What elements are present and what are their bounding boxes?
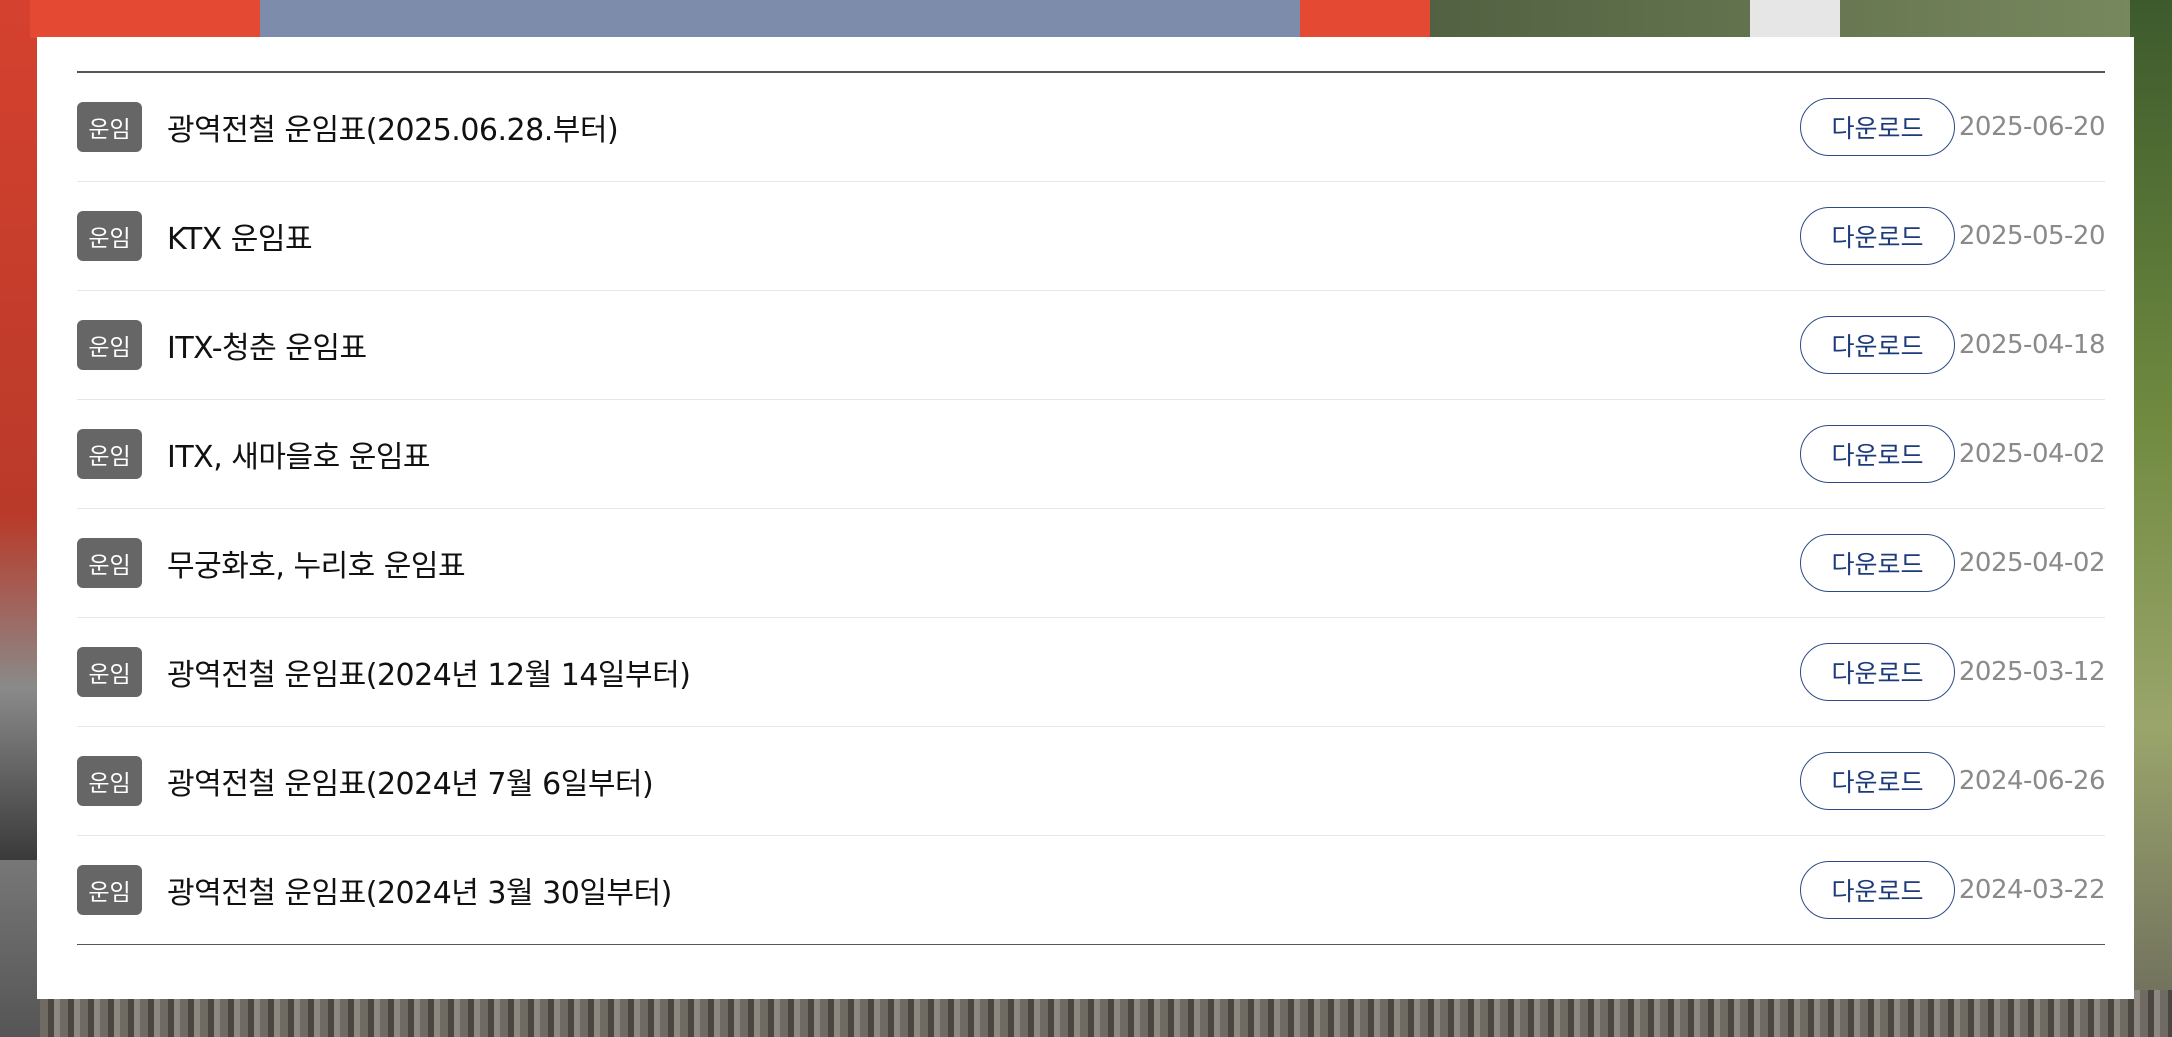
item-date: 2025-04-02 bbox=[1958, 439, 2106, 469]
fare-table-panel: 운임 광역전철 운임표(2025.06.28.부터) 다운로드 2025-06-… bbox=[37, 37, 2134, 999]
category-badge: 운임 bbox=[77, 756, 142, 806]
item-date: 2025-05-20 bbox=[1958, 221, 2106, 251]
item-date: 2025-03-12 bbox=[1958, 657, 2106, 687]
category-badge: 운임 bbox=[77, 647, 142, 697]
download-button[interactable]: 다운로드 bbox=[1800, 752, 1955, 810]
category-badge: 운임 bbox=[77, 102, 142, 152]
item-title[interactable]: 무궁화호, 누리호 운임표 bbox=[167, 541, 466, 585]
list-item: 운임 광역전철 운임표(2024년 12월 14일부터) 다운로드 2025-0… bbox=[77, 618, 2106, 727]
item-date: 2024-06-26 bbox=[1958, 766, 2106, 796]
category-badge: 운임 bbox=[77, 865, 142, 915]
item-title[interactable]: ITX-청춘 운임표 bbox=[167, 323, 367, 367]
item-date: 2025-06-20 bbox=[1958, 112, 2106, 142]
list-item: 운임 ITX-청춘 운임표 다운로드 2025-04-18 bbox=[77, 291, 2106, 400]
download-button[interactable]: 다운로드 bbox=[1800, 98, 1955, 156]
download-button[interactable]: 다운로드 bbox=[1800, 207, 1955, 265]
category-badge: 운임 bbox=[77, 538, 142, 588]
item-title[interactable]: 광역전철 운임표(2024년 12월 14일부터) bbox=[167, 650, 691, 694]
item-title[interactable]: 광역전철 운임표(2024년 3월 30일부터) bbox=[167, 868, 672, 912]
list-item: 운임 광역전철 운임표(2025.06.28.부터) 다운로드 2025-06-… bbox=[77, 73, 2106, 182]
fare-table-list: 운임 광역전철 운임표(2025.06.28.부터) 다운로드 2025-06-… bbox=[77, 71, 2106, 945]
item-date: 2025-04-02 bbox=[1958, 548, 2106, 578]
download-button[interactable]: 다운로드 bbox=[1800, 425, 1955, 483]
download-button[interactable]: 다운로드 bbox=[1800, 316, 1955, 374]
download-button[interactable]: 다운로드 bbox=[1800, 643, 1955, 701]
list-item: 운임 KTX 운임표 다운로드 2025-05-20 bbox=[77, 182, 2106, 291]
list-item: 운임 무궁화호, 누리호 운임표 다운로드 2025-04-02 bbox=[77, 509, 2106, 618]
download-button[interactable]: 다운로드 bbox=[1800, 534, 1955, 592]
category-badge: 운임 bbox=[77, 429, 142, 479]
item-date: 2024-03-22 bbox=[1958, 875, 2106, 905]
download-button[interactable]: 다운로드 bbox=[1800, 861, 1955, 919]
list-item: 운임 광역전철 운임표(2024년 3월 30일부터) 다운로드 2024-03… bbox=[77, 836, 2106, 944]
item-title[interactable]: KTX 운임표 bbox=[167, 214, 313, 258]
item-title[interactable]: ITX, 새마을호 운임표 bbox=[167, 432, 431, 476]
item-title[interactable]: 광역전철 운임표(2025.06.28.부터) bbox=[167, 105, 619, 149]
item-date: 2025-04-18 bbox=[1958, 330, 2106, 360]
list-item: 운임 ITX, 새마을호 운임표 다운로드 2025-04-02 bbox=[77, 400, 2106, 509]
category-badge: 운임 bbox=[77, 320, 142, 370]
item-title[interactable]: 광역전철 운임표(2024년 7월 6일부터) bbox=[167, 759, 654, 803]
list-item: 운임 광역전철 운임표(2024년 7월 6일부터) 다운로드 2024-06-… bbox=[77, 727, 2106, 836]
category-badge: 운임 bbox=[77, 211, 142, 261]
